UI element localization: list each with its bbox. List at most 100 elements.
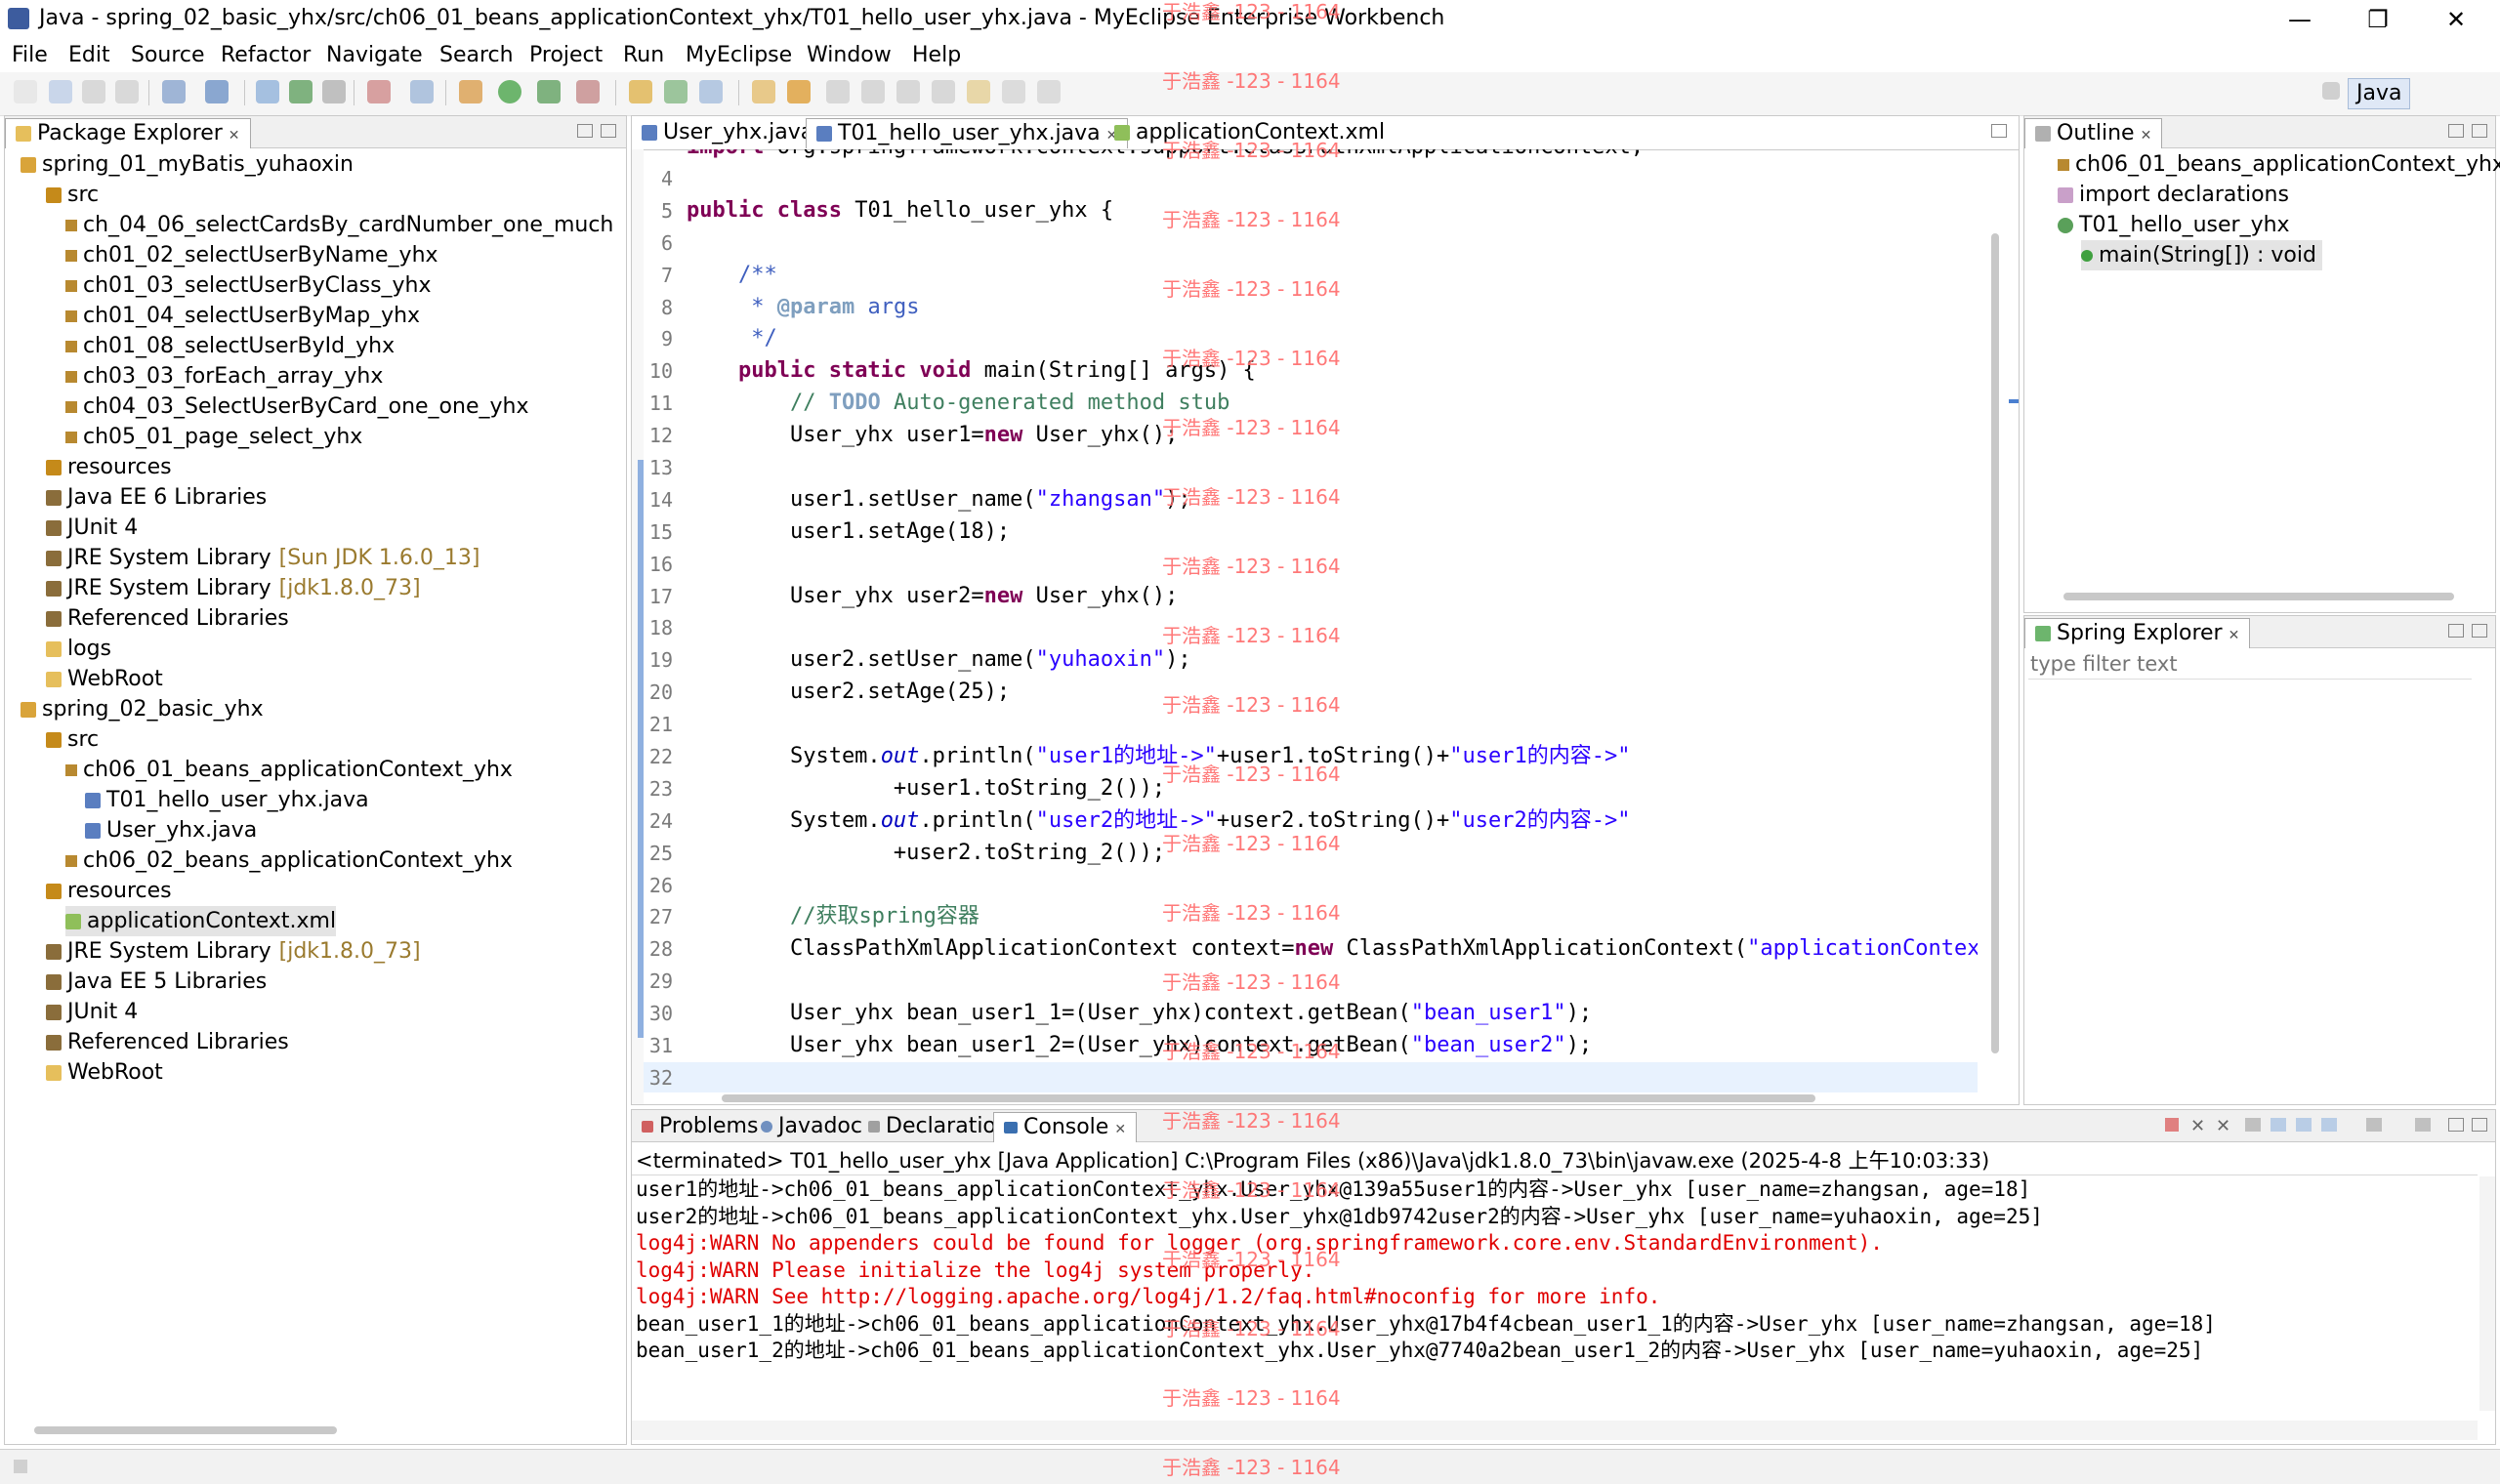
java-perspective-button[interactable]: Java <box>2348 78 2411 109</box>
run-icon[interactable] <box>498 80 521 103</box>
clear-console-icon[interactable] <box>2245 1118 2261 1132</box>
outline-item-imports[interactable]: import declarations <box>2058 180 2289 210</box>
package-explorer-item[interactable]: JRE System Library [jdk1.8.0_73] <box>46 573 421 603</box>
package-explorer-item[interactable]: spring_01_myBatis_yuhaoxin <box>21 149 354 180</box>
package-explorer-item[interactable]: ch06_02_beans_applicationContext_yhx <box>65 845 513 876</box>
menu-file[interactable]: File <box>12 39 48 72</box>
package-explorer-item[interactable]: Java EE 5 Libraries <box>46 967 267 997</box>
tab-spring-explorer[interactable]: Spring Explorer ✕ <box>2024 618 2251 648</box>
tab-applicationcontext-xml[interactable]: applicationContext.xml <box>1104 118 1395 147</box>
package-explorer-item[interactable]: ch05_01_page_select_yhx <box>65 422 362 452</box>
console-vertical-scrollbar[interactable] <box>2479 1176 2495 1411</box>
tab-outline[interactable]: Outline ✕ <box>2024 118 2163 148</box>
maximize-view-icon[interactable] <box>2472 124 2487 138</box>
search-icon[interactable] <box>787 80 811 103</box>
save-all-icon[interactable] <box>82 80 105 103</box>
package-explorer-item[interactable]: WebRoot <box>46 1057 163 1088</box>
annotation-icon[interactable] <box>826 80 850 103</box>
package-explorer-item[interactable]: src <box>46 180 99 210</box>
tab-console[interactable]: Console ✕ <box>993 1112 1138 1142</box>
tab-t01-hello-user-yhx-java[interactable]: T01_hello_user_yhx.java ✕ <box>806 118 1129 148</box>
editor-horizontal-scroll[interactable] <box>644 1094 1958 1102</box>
package-explorer-item[interactable]: resources <box>46 876 172 906</box>
debug-run-icon[interactable] <box>459 80 482 103</box>
package-explorer-item[interactable]: Referenced Libraries <box>46 1027 289 1057</box>
maximize-view-icon[interactable] <box>1991 124 2007 138</box>
package-explorer-item[interactable]: applicationContext.xml <box>65 906 337 936</box>
package-explorer-item[interactable]: JRE System Library [Sun JDK 1.6.0_13] <box>46 543 479 573</box>
toggle-mark-icon[interactable] <box>861 80 885 103</box>
print-icon[interactable] <box>115 80 139 103</box>
package-explorer-item[interactable]: spring_02_basic_yhx <box>21 694 264 724</box>
pin-console-icon[interactable] <box>2366 1118 2382 1132</box>
new-icon[interactable] <box>14 80 37 103</box>
show-on-error-icon[interactable] <box>2321 1118 2337 1132</box>
menu-refactor[interactable]: Refactor <box>221 39 311 72</box>
package-explorer-item[interactable]: ch04_03_SelectUserByCard_one_one_yhx <box>65 392 528 422</box>
package-explorer-item[interactable]: ch_04_06_selectCardsBy_cardNumber_one_mu… <box>65 210 613 240</box>
close-icon[interactable]: ✕ <box>229 128 240 144</box>
menu-edit[interactable]: Edit <box>68 39 110 72</box>
maximize-view-icon[interactable] <box>2472 1118 2487 1132</box>
terminate-icon[interactable] <box>2165 1118 2179 1132</box>
minimize-button[interactable]: — <box>2266 2 2334 37</box>
editor-vertical-scroll-thumb[interactable] <box>1991 233 1999 1053</box>
maximize-button[interactable]: ❐ <box>2344 2 2412 37</box>
package-explorer-item[interactable]: User_yhx.java <box>85 815 257 845</box>
back-icon[interactable] <box>1002 80 1025 103</box>
new-bean-icon[interactable] <box>322 80 346 103</box>
new-package-icon[interactable] <box>664 80 688 103</box>
menu-help[interactable]: Help <box>912 39 961 72</box>
tab-javadoc[interactable]: Javadoc <box>751 1112 872 1141</box>
last-edit-location-icon[interactable] <box>967 80 990 103</box>
menu-navigate[interactable]: Navigate <box>326 39 423 72</box>
package-explorer-item[interactable]: Java EE 6 Libraries <box>46 482 267 513</box>
outline-item-main-method[interactable]: main(String[]) : void <box>2081 240 2322 270</box>
console-horizontal-scrollbar[interactable] <box>632 1421 2478 1440</box>
scroll-thumb[interactable] <box>722 1094 1815 1102</box>
tab-user-yhx-java[interactable]: User_yhx.java <box>632 118 823 147</box>
next-annotation-icon[interactable] <box>896 80 920 103</box>
new-java-project-icon[interactable] <box>629 80 652 103</box>
close-icon[interactable]: ✕ <box>1114 1122 1126 1137</box>
package-explorer-item[interactable]: T01_hello_user_yhx.java <box>85 785 369 815</box>
minimize-view-icon[interactable] <box>577 124 593 138</box>
outline-item-class[interactable]: T01_hello_user_yhx <box>2058 210 2290 240</box>
new-service-icon[interactable] <box>289 80 312 103</box>
package-explorer-item[interactable]: ch01_08_selectUserById_yhx <box>65 331 395 361</box>
debug-icon[interactable] <box>367 80 391 103</box>
package-explorer-item[interactable]: ch01_03_selectUserByClass_yhx <box>65 270 432 301</box>
package-explorer-item[interactable]: ch03_03_forEach_array_yhx <box>65 361 383 392</box>
package-explorer-item[interactable]: ch01_02_selectUserByName_yhx <box>65 240 438 270</box>
package-explorer-item[interactable]: WebRoot <box>46 664 163 694</box>
console-output[interactable]: user1的地址->ch06_01_beans_applicationConte… <box>636 1176 2472 1365</box>
close-icon[interactable]: ✕ <box>2229 628 2240 643</box>
menu-search[interactable]: Search <box>439 39 514 72</box>
menu-project[interactable]: Project <box>529 39 603 72</box>
coverage-icon[interactable] <box>576 80 600 103</box>
forward-icon[interactable] <box>1037 80 1061 103</box>
menu-window[interactable]: Window <box>807 39 892 72</box>
horizontal-scrollbar[interactable] <box>34 1426 337 1434</box>
scroll-lock-icon[interactable] <box>2271 1118 2286 1132</box>
new-web-project-icon[interactable] <box>256 80 279 103</box>
save-icon[interactable] <box>49 80 72 103</box>
show-on-output-icon[interactable] <box>2296 1118 2312 1132</box>
server-icon[interactable] <box>205 80 229 103</box>
open-console-icon[interactable] <box>2415 1118 2431 1132</box>
open-perspective-icon[interactable] <box>2322 82 2340 100</box>
tab-package-explorer[interactable]: Package Explorer ✕ <box>5 118 251 148</box>
menu-myeclipse[interactable]: MyEclipse <box>686 39 792 72</box>
minimize-view-icon[interactable] <box>2448 1118 2464 1132</box>
package-explorer-item[interactable]: src <box>46 724 99 755</box>
close-window-button[interactable]: ✕ <box>2422 2 2490 37</box>
package-explorer-item[interactable]: ch01_04_selectUserByMap_yhx <box>65 301 420 331</box>
package-explorer-item[interactable]: JUnit 4 <box>46 513 138 543</box>
maximize-view-icon[interactable] <box>2472 624 2487 638</box>
new-class-icon[interactable] <box>699 80 723 103</box>
minimize-view-icon[interactable] <box>2448 124 2464 138</box>
close-icon[interactable]: ✕ <box>2141 128 2152 144</box>
tab-problems[interactable]: Problems <box>632 1112 768 1141</box>
package-explorer-item[interactable]: JUnit 4 <box>46 997 138 1027</box>
run-external-tool-icon[interactable] <box>537 80 561 103</box>
